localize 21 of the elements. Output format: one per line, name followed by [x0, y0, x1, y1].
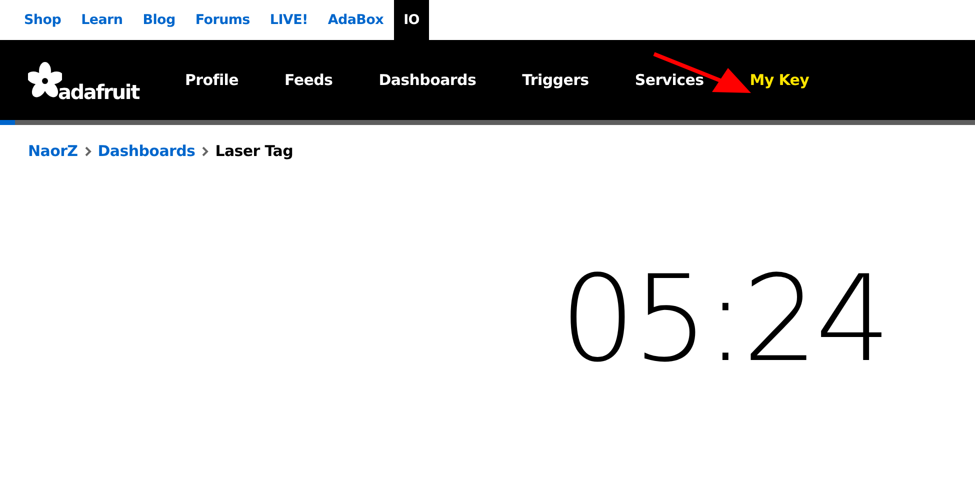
breadcrumb-link[interactable]: NaorZ — [28, 142, 78, 160]
nav-link[interactable]: Feeds — [284, 71, 333, 89]
top-nav-link[interactable]: Forums — [185, 0, 260, 40]
chevron-right-icon — [201, 146, 210, 156]
nav-link[interactable]: Dashboards — [378, 71, 476, 89]
progress-strip — [0, 120, 15, 125]
top-nav-link[interactable]: Blog — [132, 0, 186, 40]
nav-link[interactable]: Profile — [184, 71, 239, 89]
top-nav-link[interactable]: AdaBox — [318, 0, 394, 40]
top-nav-link[interactable]: LIVE! — [260, 0, 318, 40]
timer-display: 05:24 — [560, 251, 888, 389]
nav-link[interactable]: Services — [634, 71, 704, 89]
chevron-right-icon — [84, 146, 92, 156]
logo-text[interactable]: adafruit — [58, 80, 139, 104]
page-title: Laser Tag — [215, 142, 294, 160]
top-nav-link[interactable]: Shop — [14, 0, 72, 40]
breadcrumb-link[interactable]: Dashboards — [98, 142, 196, 160]
top-nav-link[interactable]: Learn — [71, 0, 133, 40]
nav-link[interactable]: My Key — [750, 71, 810, 89]
top-nav-link[interactable]: IO — [394, 0, 430, 40]
nav-link[interactable]: Triggers — [522, 71, 589, 89]
